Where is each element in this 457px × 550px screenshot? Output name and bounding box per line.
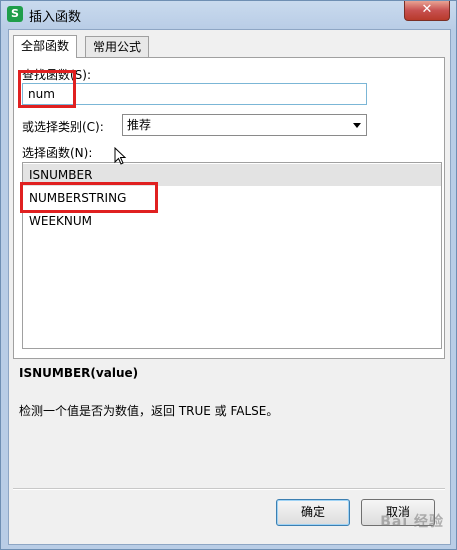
insert-function-dialog: S 插入函数 ✕ 全部函数 常用公式 查找函数(S): 或选择类别(C): 推荐… xyxy=(0,0,457,550)
mouse-cursor-icon xyxy=(114,147,127,165)
dialog-client: 全部函数 常用公式 查找函数(S): 或选择类别(C): 推荐 选择函数(N):… xyxy=(8,29,451,545)
category-label: 或选择类别(C): xyxy=(22,120,104,134)
list-item[interactable]: NUMBERSTRING xyxy=(23,187,441,209)
close-button[interactable]: ✕ xyxy=(404,1,450,21)
function-syntax: ISNUMBER(value) xyxy=(19,366,139,380)
divider xyxy=(13,488,445,490)
wps-app-icon: S xyxy=(7,6,23,22)
category-selected-value: 推荐 xyxy=(127,118,152,132)
list-item[interactable]: WEEKNUM xyxy=(23,210,441,232)
search-input[interactable] xyxy=(22,83,367,105)
list-item[interactable]: ISNUMBER xyxy=(23,164,441,186)
function-list-label: 选择函数(N): xyxy=(22,146,93,160)
tab-panel: 查找函数(S): 或选择类别(C): 推荐 选择函数(N): ISNUMBER … xyxy=(13,57,445,359)
function-description: 检测一个值是否为数值，返回 TRUE 或 FALSE。 xyxy=(19,404,279,418)
tab-common-formulas[interactable]: 常用公式 xyxy=(85,36,150,57)
category-select[interactable]: 推荐 xyxy=(122,114,367,136)
search-label: 查找函数(S): xyxy=(22,68,92,82)
dialog-title: 插入函数 xyxy=(29,10,82,25)
watermark: Bai 经验 xyxy=(380,514,444,530)
function-list[interactable]: ISNUMBER NUMBERSTRING WEEKNUM xyxy=(22,162,442,349)
title-bar: S 插入函数 ✕ xyxy=(1,1,456,29)
ok-button[interactable]: 确定 xyxy=(276,499,350,526)
chevron-down-icon[interactable] xyxy=(353,123,361,128)
tab-all-functions[interactable]: 全部函数 xyxy=(13,35,78,58)
